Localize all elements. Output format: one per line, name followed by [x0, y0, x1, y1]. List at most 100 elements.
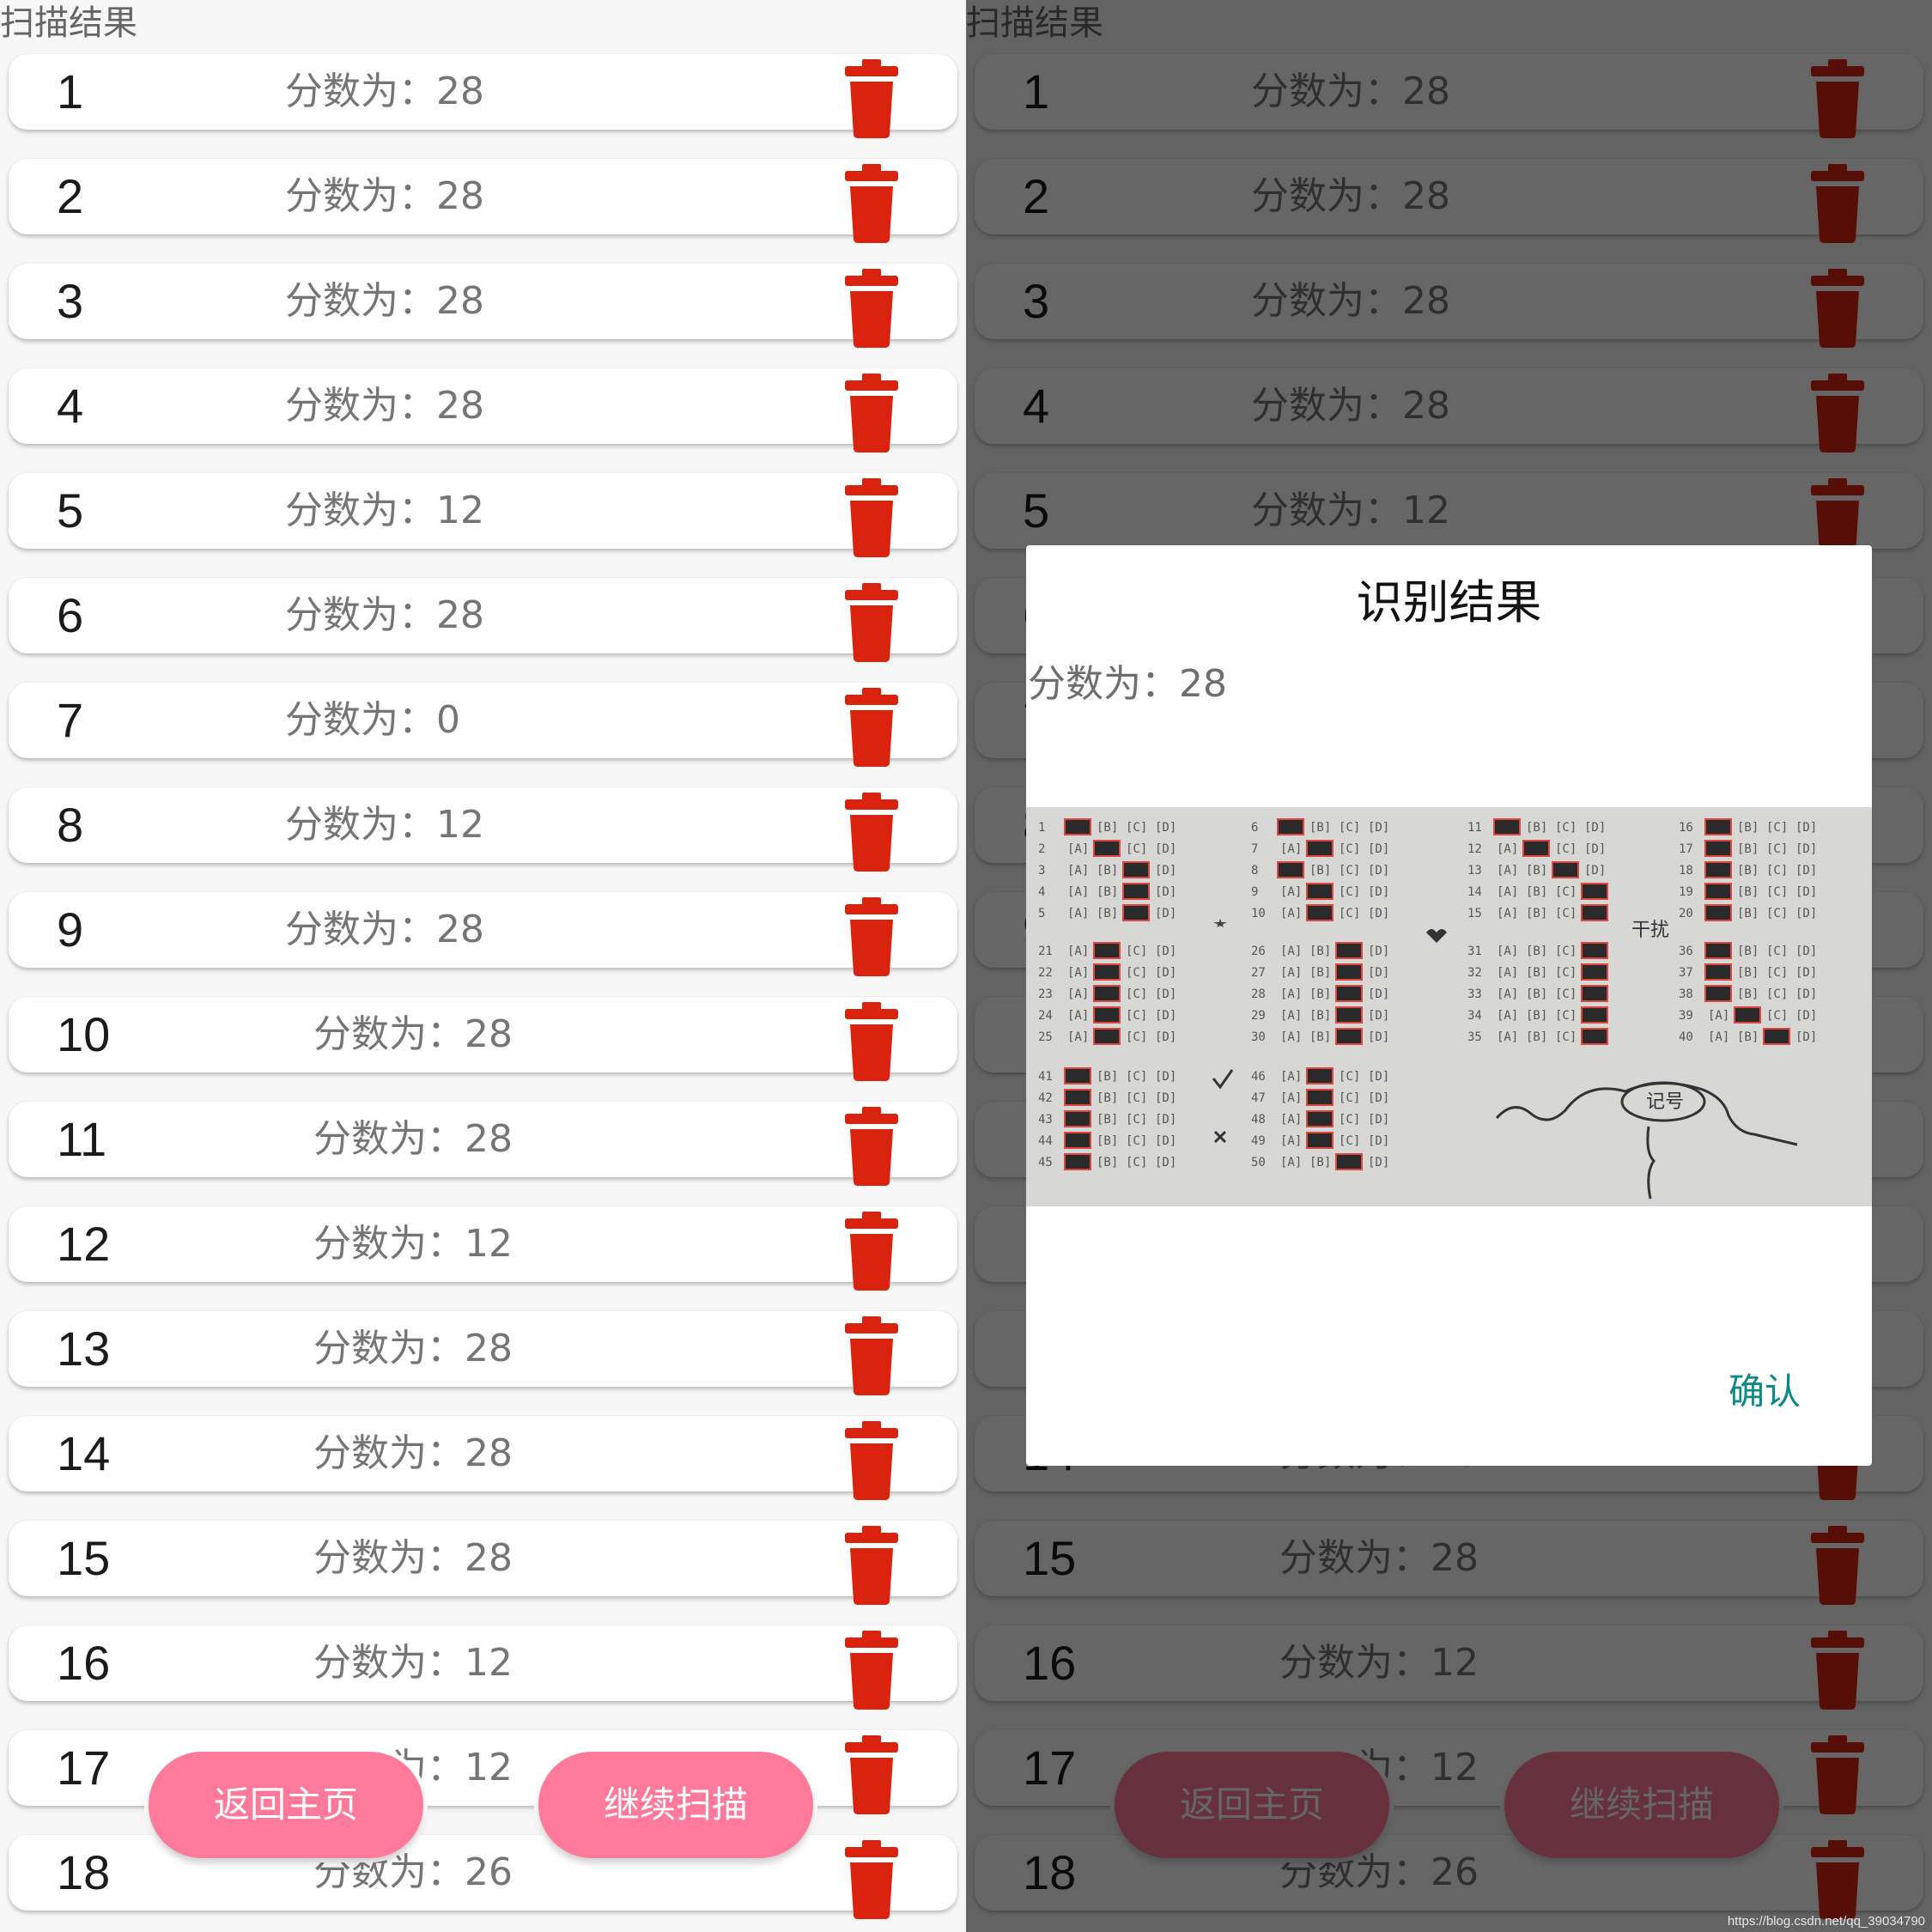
- trash-icon[interactable]: [841, 884, 902, 978]
- trash-icon[interactable]: [841, 150, 902, 245]
- option-label: [B]: [1526, 945, 1547, 958]
- back-home-button[interactable]: 返回主页: [149, 1752, 423, 1858]
- question-number: 8: [1251, 864, 1258, 878]
- result-row[interactable]: 12分数为：12: [9, 1206, 957, 1291]
- filled-bubble: [1122, 861, 1150, 878]
- option-label: [A]: [1497, 842, 1518, 856]
- filled-bubble: [1093, 1006, 1121, 1024]
- filled-bubble: [1552, 861, 1579, 878]
- question-number: 46: [1251, 1070, 1266, 1084]
- option-label: [D]: [1155, 966, 1176, 980]
- option-label: [D]: [1155, 907, 1176, 920]
- trash-icon[interactable]: [841, 569, 902, 664]
- continue-scan-button[interactable]: 继续扫描: [538, 1752, 813, 1858]
- trash-icon[interactable]: [841, 360, 902, 454]
- score-prefix: 分数为：: [313, 1012, 465, 1056]
- score-value: 28: [436, 384, 484, 428]
- option-label: [B]: [1097, 821, 1118, 835]
- trash-icon[interactable]: [841, 1303, 902, 1397]
- option-label: [D]: [1155, 864, 1176, 878]
- option-label: [D]: [1795, 966, 1817, 980]
- option-label: [D]: [1795, 945, 1817, 958]
- trash-icon[interactable]: [841, 1617, 902, 1711]
- filled-bubble: [1335, 963, 1363, 981]
- result-row[interactable]: 4 分数为：28: [9, 368, 957, 453]
- confirm-button[interactable]: 确认: [1728, 1363, 1801, 1415]
- trash-icon[interactable]: [841, 779, 902, 873]
- trash-icon[interactable]: [841, 988, 902, 1083]
- filled-bubble: [1581, 883, 1608, 900]
- trash-icon[interactable]: [841, 1512, 902, 1607]
- result-row[interactable]: 5 分数为：12: [9, 473, 957, 557]
- score-prefix: 分数为：: [313, 1431, 465, 1475]
- result-row[interactable]: 10 分数为：28: [9, 997, 957, 1081]
- option-label: [C]: [1126, 1134, 1147, 1148]
- option-label: [A]: [1280, 966, 1302, 980]
- filled-bubble: [1306, 840, 1334, 857]
- filled-bubble: [1522, 840, 1550, 857]
- question-number: 1: [1038, 821, 1045, 835]
- option-label: [D]: [1368, 1070, 1389, 1084]
- result-row[interactable]: 15 分数为：28: [9, 1521, 957, 1605]
- result-row[interactable]: 9 分数为：28: [9, 892, 957, 976]
- option-label: [D]: [1368, 885, 1389, 899]
- row-number: 17: [57, 1741, 111, 1795]
- result-row[interactable]: 6 分数为：28: [9, 578, 957, 662]
- scan-results-screen: 1 分数为：28 2 分数为：28 3 分数为：28 4 分数为：28 5 分数为：12 6 分数为：…: [0, 0, 966, 1932]
- question-number: 29: [1251, 1009, 1266, 1023]
- trash-icon[interactable]: [841, 46, 902, 140]
- row-score: 分数为：28: [313, 1311, 513, 1387]
- result-row[interactable]: 7 分数为：0: [9, 683, 957, 767]
- row-score: 分数为：28: [285, 578, 484, 653]
- trash-icon[interactable]: [841, 1722, 902, 1816]
- question-number: 14: [1467, 885, 1482, 899]
- filled-bubble: [1064, 1089, 1091, 1106]
- result-row[interactable]: 16 分数为：12: [9, 1625, 957, 1710]
- option-label: [C]: [1126, 945, 1147, 958]
- trash-icon[interactable]: [841, 1826, 902, 1921]
- row-score: 分数为：28: [285, 264, 484, 339]
- score-prefix: 分数为：: [285, 174, 436, 218]
- stem-scribble: [1646, 1126, 1656, 1200]
- option-label: [B]: [1097, 907, 1118, 920]
- filled-bubble: [1335, 1028, 1363, 1045]
- option-label: [D]: [1155, 1156, 1176, 1170]
- trash-icon[interactable]: [841, 1093, 902, 1188]
- row-score: 分数为：12: [285, 473, 484, 549]
- option-label: [C]: [1555, 821, 1577, 835]
- result-row[interactable]: 18分数为：26: [9, 1835, 957, 1919]
- score-value: 28: [436, 908, 484, 951]
- row-score: 分数为：12: [313, 1625, 513, 1701]
- option-label: [B]: [1526, 864, 1547, 878]
- option-label: [B]: [1309, 1009, 1331, 1023]
- filled-bubble: [1277, 861, 1304, 878]
- option-label: [D]: [1368, 1091, 1389, 1105]
- filled-bubble: [1122, 904, 1150, 921]
- option-label: [A]: [1280, 987, 1302, 1001]
- option-label: [B]: [1097, 1070, 1118, 1084]
- option-label: [A]: [1067, 966, 1089, 980]
- result-row[interactable]: 13 分数为：28: [9, 1311, 957, 1395]
- trash-icon[interactable]: [841, 674, 902, 769]
- option-label: [D]: [1368, 842, 1389, 856]
- result-row[interactable]: 1 分数为：28: [9, 54, 957, 138]
- option-label: [C]: [1555, 842, 1577, 856]
- result-row[interactable]: 14 分数为：28: [9, 1416, 957, 1500]
- result-row[interactable]: 11 分数为：28: [9, 1102, 957, 1186]
- trash-icon[interactable]: [841, 1407, 902, 1502]
- trash-icon[interactable]: [841, 255, 902, 349]
- option-label: [D]: [1368, 864, 1389, 878]
- question-number: 50: [1251, 1156, 1266, 1170]
- question-number: 44: [1038, 1134, 1053, 1148]
- option-label: [C]: [1339, 1134, 1360, 1148]
- trash-icon[interactable]: [841, 1198, 902, 1292]
- result-row[interactable]: 8 分数为：12: [9, 787, 957, 872]
- option-label: [A]: [1497, 885, 1518, 899]
- score-prefix: 分数为：: [285, 803, 436, 847]
- option-label: [D]: [1368, 945, 1389, 958]
- trash-icon[interactable]: [841, 465, 902, 559]
- filled-bubble: [1093, 985, 1121, 1002]
- result-row[interactable]: 2 分数为：28: [9, 159, 957, 243]
- option-label: [C]: [1555, 885, 1577, 899]
- result-row[interactable]: 3 分数为：28: [9, 264, 957, 348]
